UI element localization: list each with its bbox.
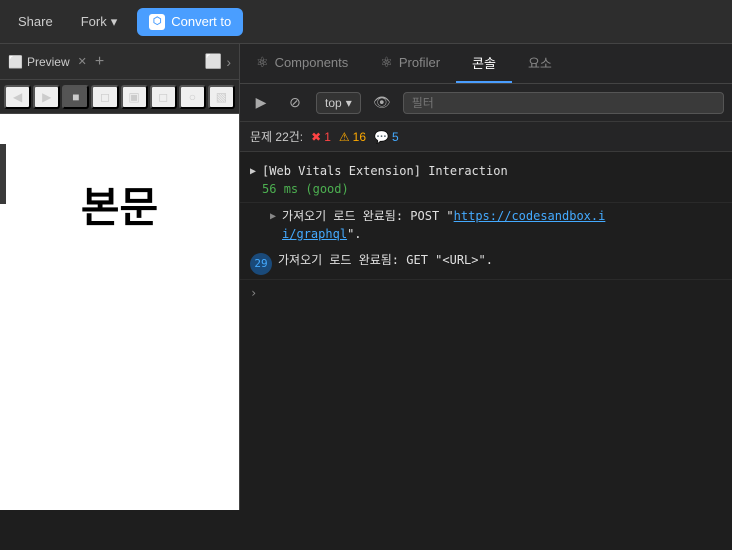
post-url-path[interactable]: i/graphql (282, 227, 347, 241)
log-content-get: 가져오기 로드 완료됨: GET "<URL>". (278, 251, 722, 269)
log-entry-get: 29 가져오기 로드 완료됨: GET "<URL>". (240, 247, 732, 280)
fork-button[interactable]: Fork ▾ (73, 10, 126, 34)
fork-label: Fork (81, 14, 107, 29)
toolbar-icon-3[interactable]: ■ (62, 85, 89, 109)
profiler-icon: ⚛ (380, 54, 393, 71)
tab-components-label: Components (275, 55, 349, 70)
log-prompt: › (240, 280, 732, 306)
log-get-text: 가져오기 로드 완료됨: GET "<URL>". (278, 253, 493, 267)
tab-console-label: 콘솔 (472, 53, 496, 72)
tab-elements-label: 요소 (528, 53, 552, 72)
toolbar-icon-4[interactable]: ◻ (91, 85, 118, 109)
preview-close-button[interactable]: ✕ (78, 55, 87, 68)
convert-icon: ⬡ (149, 14, 165, 30)
warn-count: ⚠ 16 (339, 130, 366, 144)
console-tabs: ⚛ Components ⚛ Profiler 콘솔 요소 (240, 44, 732, 84)
log-badge-29: 29 (250, 253, 272, 275)
preview-panel: ⬜ Preview ✕ + ⬜ › ◀ ▶ ■ ◻ ▣ ◻ ○ ▧ 본문 (0, 44, 240, 510)
issue-bar: 문제 22건: ✖ 1 ⚠ 16 💬 5 (240, 122, 732, 152)
convert-label: Convert to (171, 14, 231, 29)
console-log: ▶ [Web Vitals Extension] Interaction 56 … (240, 152, 732, 510)
nav-back-button[interactable]: ⬜ (205, 53, 222, 70)
preview-icon-toolbar: ◀ ▶ ■ ◻ ▣ ◻ ○ ▧ (0, 80, 239, 114)
log-content-post: 가져오기 로드 완료됨: POST "https://codesandbox.i… (282, 207, 722, 243)
share-button[interactable]: Share (10, 10, 61, 33)
log-title-web-vitals: [Web Vitals Extension] Interaction (262, 162, 722, 180)
info-count: 💬 5 (374, 130, 399, 144)
warn-count-value: 16 (353, 130, 366, 144)
preview-content: 본문 (0, 114, 239, 510)
top-bar: Share Fork ▾ ⬡ Convert to (0, 0, 732, 44)
top-bar-left: Share Fork ▾ ⬡ Convert to (10, 8, 243, 36)
info-icon: 💬 (374, 130, 389, 144)
sub-expand-icon[interactable]: ▶ (270, 209, 276, 224)
preview-tab-label: Preview (27, 55, 70, 69)
log-timing: 56 ms (good) (262, 180, 722, 198)
info-count-value: 5 (392, 130, 399, 144)
add-tab-button[interactable]: + (95, 53, 104, 71)
eye-icon: 👁 (373, 94, 391, 111)
console-toolbar: ▶ ⊘ top ▾ 👁 (240, 84, 732, 122)
tab-profiler-label: Profiler (399, 55, 440, 70)
issue-label: 문제 22건: (250, 128, 303, 145)
tab-console[interactable]: 콘솔 (456, 44, 512, 83)
error-count-value: 1 (324, 130, 331, 144)
toolbar-icon-7[interactable]: ○ (179, 85, 206, 109)
main-layout: ⬜ Preview ✕ + ⬜ › ◀ ▶ ■ ◻ ▣ ◻ ○ ▧ 본문 (0, 44, 732, 510)
error-count: ✖ 1 (311, 130, 331, 144)
context-chevron-icon: ▾ (346, 96, 352, 110)
play-button[interactable]: ▶ (248, 90, 274, 116)
toolbar-icon-6[interactable]: ◻ (150, 85, 177, 109)
error-icon: ✖ (311, 130, 321, 144)
warn-icon: ⚠ (339, 130, 350, 144)
filter-input[interactable] (403, 92, 724, 114)
context-label: top (325, 96, 342, 110)
toolbar-icon-2[interactable]: ▶ (33, 85, 60, 109)
log-sub-post: ▶ 가져오기 로드 완료됨: POST "https://codesandbox… (240, 203, 732, 247)
post-url-link[interactable]: https://codesandbox.i (454, 209, 606, 223)
convert-button[interactable]: ⬡ Convert to (137, 8, 243, 36)
fork-chevron-icon: ▾ (111, 14, 118, 30)
nav-forward-button[interactable]: › (226, 54, 231, 70)
log-entry-web-vitals: ▶ [Web Vitals Extension] Interaction 56 … (240, 158, 732, 203)
context-selector[interactable]: top ▾ (316, 92, 361, 114)
toolbar-icon-5[interactable]: ▣ (121, 85, 148, 109)
components-icon: ⚛ (256, 54, 269, 71)
expand-icon[interactable]: ▶ (250, 164, 256, 179)
console-panel: ⚛ Components ⚛ Profiler 콘솔 요소 ▶ ⊘ top ▾ (240, 44, 732, 510)
log-content-web-vitals: [Web Vitals Extension] Interaction 56 ms… (262, 162, 722, 198)
toolbar-icon-8[interactable]: ▧ (208, 85, 235, 109)
tab-profiler[interactable]: ⚛ Profiler (364, 44, 456, 83)
prompt-caret: › (250, 286, 257, 300)
preview-toolbar: ⬜ Preview ✕ + ⬜ › (0, 44, 239, 80)
eye-button[interactable]: 👁 (369, 90, 395, 116)
stop-button[interactable]: ⊘ (282, 90, 308, 116)
tab-components[interactable]: ⚛ Components (240, 44, 364, 83)
preview-main-text: 본문 (81, 174, 158, 235)
tab-elements[interactable]: 요소 (512, 44, 568, 83)
toolbar-icon-1[interactable]: ◀ (4, 85, 31, 109)
